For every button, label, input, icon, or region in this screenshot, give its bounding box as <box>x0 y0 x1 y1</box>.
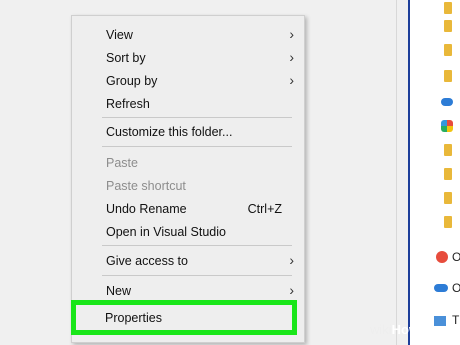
menu-item-label: Properties <box>105 311 162 325</box>
menu-item-label: Refresh <box>106 97 150 111</box>
nav-label[interactable]: O <box>452 250 460 264</box>
wikihow-watermark: wikiHow <box>370 322 460 345</box>
menu-item-sort-by[interactable]: Sort by › <box>72 47 304 69</box>
folder-icon[interactable] <box>444 44 452 56</box>
menu-item-group-by[interactable]: Group by › <box>72 70 304 92</box>
menu-item-open-in-visual-studio[interactable]: Open in Visual Studio <box>72 221 304 243</box>
menu-item-undo-rename[interactable]: Undo Rename Ctrl+Z <box>72 198 304 220</box>
menu-item-label: Undo Rename <box>106 202 187 216</box>
menu-item-paste: Paste <box>72 152 304 174</box>
menu-item-label: View <box>106 28 133 42</box>
menu-item-label: New <box>106 284 132 298</box>
nav-label[interactable]: O <box>452 281 460 295</box>
folder-icon[interactable] <box>444 192 452 204</box>
chevron-right-icon: › <box>289 26 294 42</box>
pane-divider <box>396 0 397 345</box>
menu-item-refresh[interactable]: Refresh <box>72 93 304 115</box>
chevron-right-icon: › <box>289 252 294 268</box>
menu-item-shortcut: Ctrl+Z <box>247 202 282 216</box>
folder-icon[interactable] <box>444 168 452 180</box>
folder-icon[interactable] <box>444 20 452 32</box>
menu-item-label: Paste <box>106 156 138 170</box>
menu-item-view[interactable]: View › <box>72 24 304 46</box>
menu-item-label: Group by <box>106 74 158 88</box>
menu-separator <box>102 117 292 118</box>
context-menu: View › Sort by › Group by › Refresh Cust… <box>71 15 305 343</box>
network-drive-icon[interactable] <box>436 251 448 263</box>
cloud-icon[interactable] <box>441 98 453 106</box>
menu-item-properties[interactable]: Properties <box>71 300 297 335</box>
menu-separator <box>102 146 292 147</box>
photos-icon[interactable] <box>441 120 453 132</box>
menu-item-give-access-to[interactable]: Give access to › <box>72 250 304 272</box>
menu-item-label: Paste shortcut <box>106 179 186 193</box>
folder-icon[interactable] <box>444 144 452 156</box>
folder-icon[interactable] <box>444 216 452 228</box>
menu-item-label: Give access to <box>106 254 188 268</box>
menu-separator <box>102 245 292 246</box>
folder-icon[interactable] <box>444 2 452 14</box>
menu-item-label: Customize this folder... <box>106 125 233 139</box>
menu-item-label: Open in Visual Studio <box>106 225 226 239</box>
watermark-brand: How <box>391 322 420 337</box>
chevron-right-icon: › <box>289 282 294 298</box>
menu-item-paste-shortcut: Paste shortcut <box>72 175 304 197</box>
menu-item-label: Sort by <box>106 51 146 65</box>
watermark-prefix: wiki <box>370 322 392 337</box>
menu-item-customize-folder[interactable]: Customize this folder... <box>72 121 304 143</box>
menu-item-new[interactable]: New › <box>72 280 304 302</box>
chevron-right-icon: › <box>289 72 294 88</box>
chevron-right-icon: › <box>289 49 294 65</box>
folder-icon[interactable] <box>444 70 452 82</box>
onedrive-icon[interactable] <box>434 284 448 292</box>
menu-separator <box>102 275 292 276</box>
